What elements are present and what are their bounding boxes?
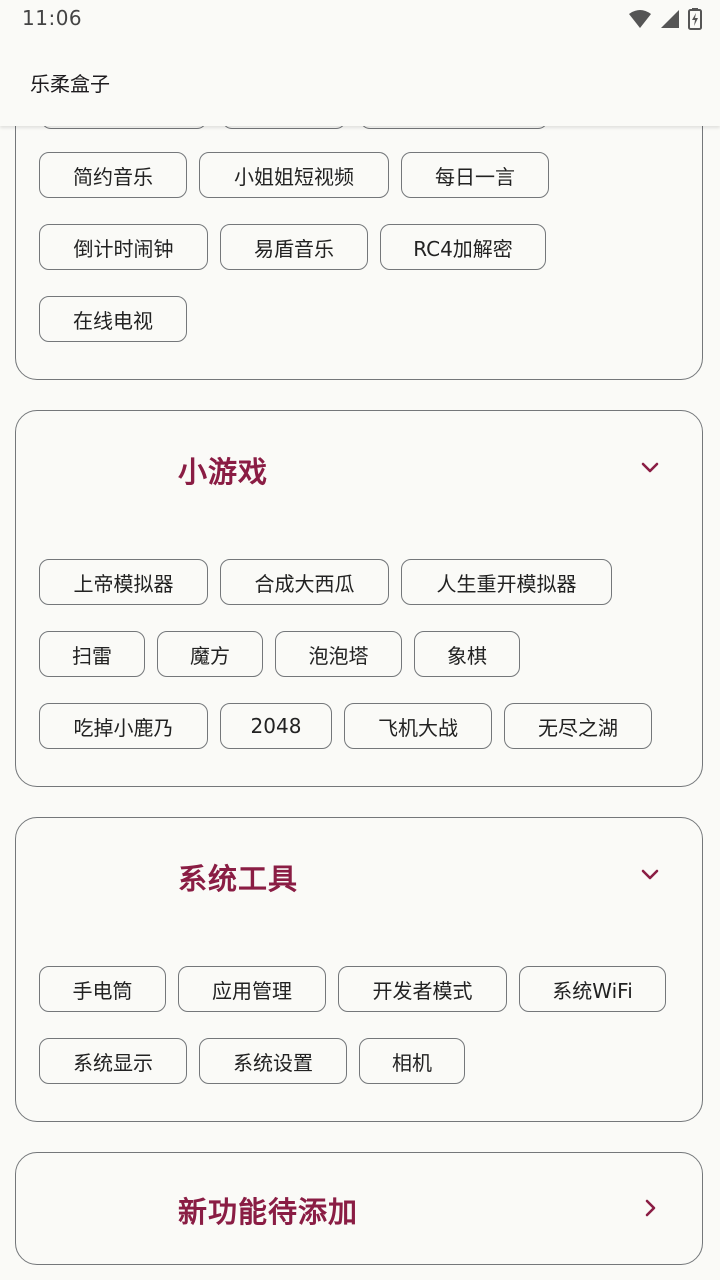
card-games: 小游戏 上帝模拟器 合成大西瓜 人生重开模拟器 扫雷 魔方 泡泡塔 象棋 吃掉小… <box>15 410 703 787</box>
status-bar: 11:06 <box>0 0 720 36</box>
chip-daily-quote[interactable]: 每日一言 <box>401 152 549 198</box>
chip-minesweeper[interactable]: 扫雷 <box>39 631 145 677</box>
chip-chess[interactable]: 象棋 <box>414 631 520 677</box>
signal-icon <box>661 10 679 28</box>
chevron-down-icon[interactable] <box>638 862 662 886</box>
wifi-icon <box>629 10 651 28</box>
chip-developer-mode[interactable]: 开发者模式 <box>338 966 507 1012</box>
chip-system-display[interactable]: 系统显示 <box>39 1038 187 1084</box>
card-new-feature[interactable]: 新功能待添加 <box>15 1152 703 1265</box>
section-title-games[interactable]: 小游戏 <box>178 449 268 491</box>
chip-eat-noel[interactable]: 吃掉小鹿乃 <box>39 703 208 749</box>
status-time: 11:06 <box>22 6 83 30</box>
chip-camera[interactable]: 相机 <box>359 1038 465 1084</box>
chip-short-video[interactable]: 小姐姐短视频 <box>199 152 389 198</box>
scroll-content[interactable]: 简约音乐 小姐姐短视频 每日一言 倒计时闹钟 易盾音乐 RC4加解密 在线电视 … <box>0 0 720 1280</box>
chip-life-restart[interactable]: 人生重开模拟器 <box>401 559 612 605</box>
section-title-new: 新功能待添加 <box>178 1195 359 1229</box>
chip-yidun-music[interactable]: 易盾音乐 <box>220 224 368 270</box>
chip-bubble-tower[interactable]: 泡泡塔 <box>275 631 402 677</box>
card-system-tools: 系统工具 手电筒 应用管理 开发者模式 系统WiFi 系统显示 系统设置 相机 <box>15 817 703 1122</box>
chip-endless-lake[interactable]: 无尽之湖 <box>504 703 652 749</box>
battery-icon <box>688 8 702 30</box>
chip-online-tv[interactable]: 在线电视 <box>39 296 187 342</box>
chip-god-simulator[interactable]: 上帝模拟器 <box>39 559 208 605</box>
chip-flashlight[interactable]: 手电筒 <box>39 966 166 1012</box>
chip-rc4[interactable]: RC4加解密 <box>380 224 546 270</box>
section-title-system[interactable]: 系统工具 <box>178 856 298 898</box>
chip-countdown-alarm[interactable]: 倒计时闹钟 <box>39 224 208 270</box>
chip-app-manager[interactable]: 应用管理 <box>178 966 326 1012</box>
app-title: 乐柔盒子 <box>30 72 110 96</box>
app-bar: 乐柔盒子 <box>0 36 720 126</box>
chip-rubiks-cube[interactable]: 魔方 <box>157 631 263 677</box>
chevron-right-icon[interactable] <box>638 1196 662 1220</box>
chevron-down-icon[interactable] <box>638 455 662 479</box>
chip-system-settings[interactable]: 系统设置 <box>199 1038 347 1084</box>
chip-watermelon[interactable]: 合成大西瓜 <box>220 559 389 605</box>
chip-system-wifi[interactable]: 系统WiFi <box>519 966 666 1012</box>
chip-2048[interactable]: 2048 <box>220 703 332 749</box>
chip-plane-war[interactable]: 飞机大战 <box>344 703 492 749</box>
chip-simple-music[interactable]: 简约音乐 <box>39 152 187 198</box>
